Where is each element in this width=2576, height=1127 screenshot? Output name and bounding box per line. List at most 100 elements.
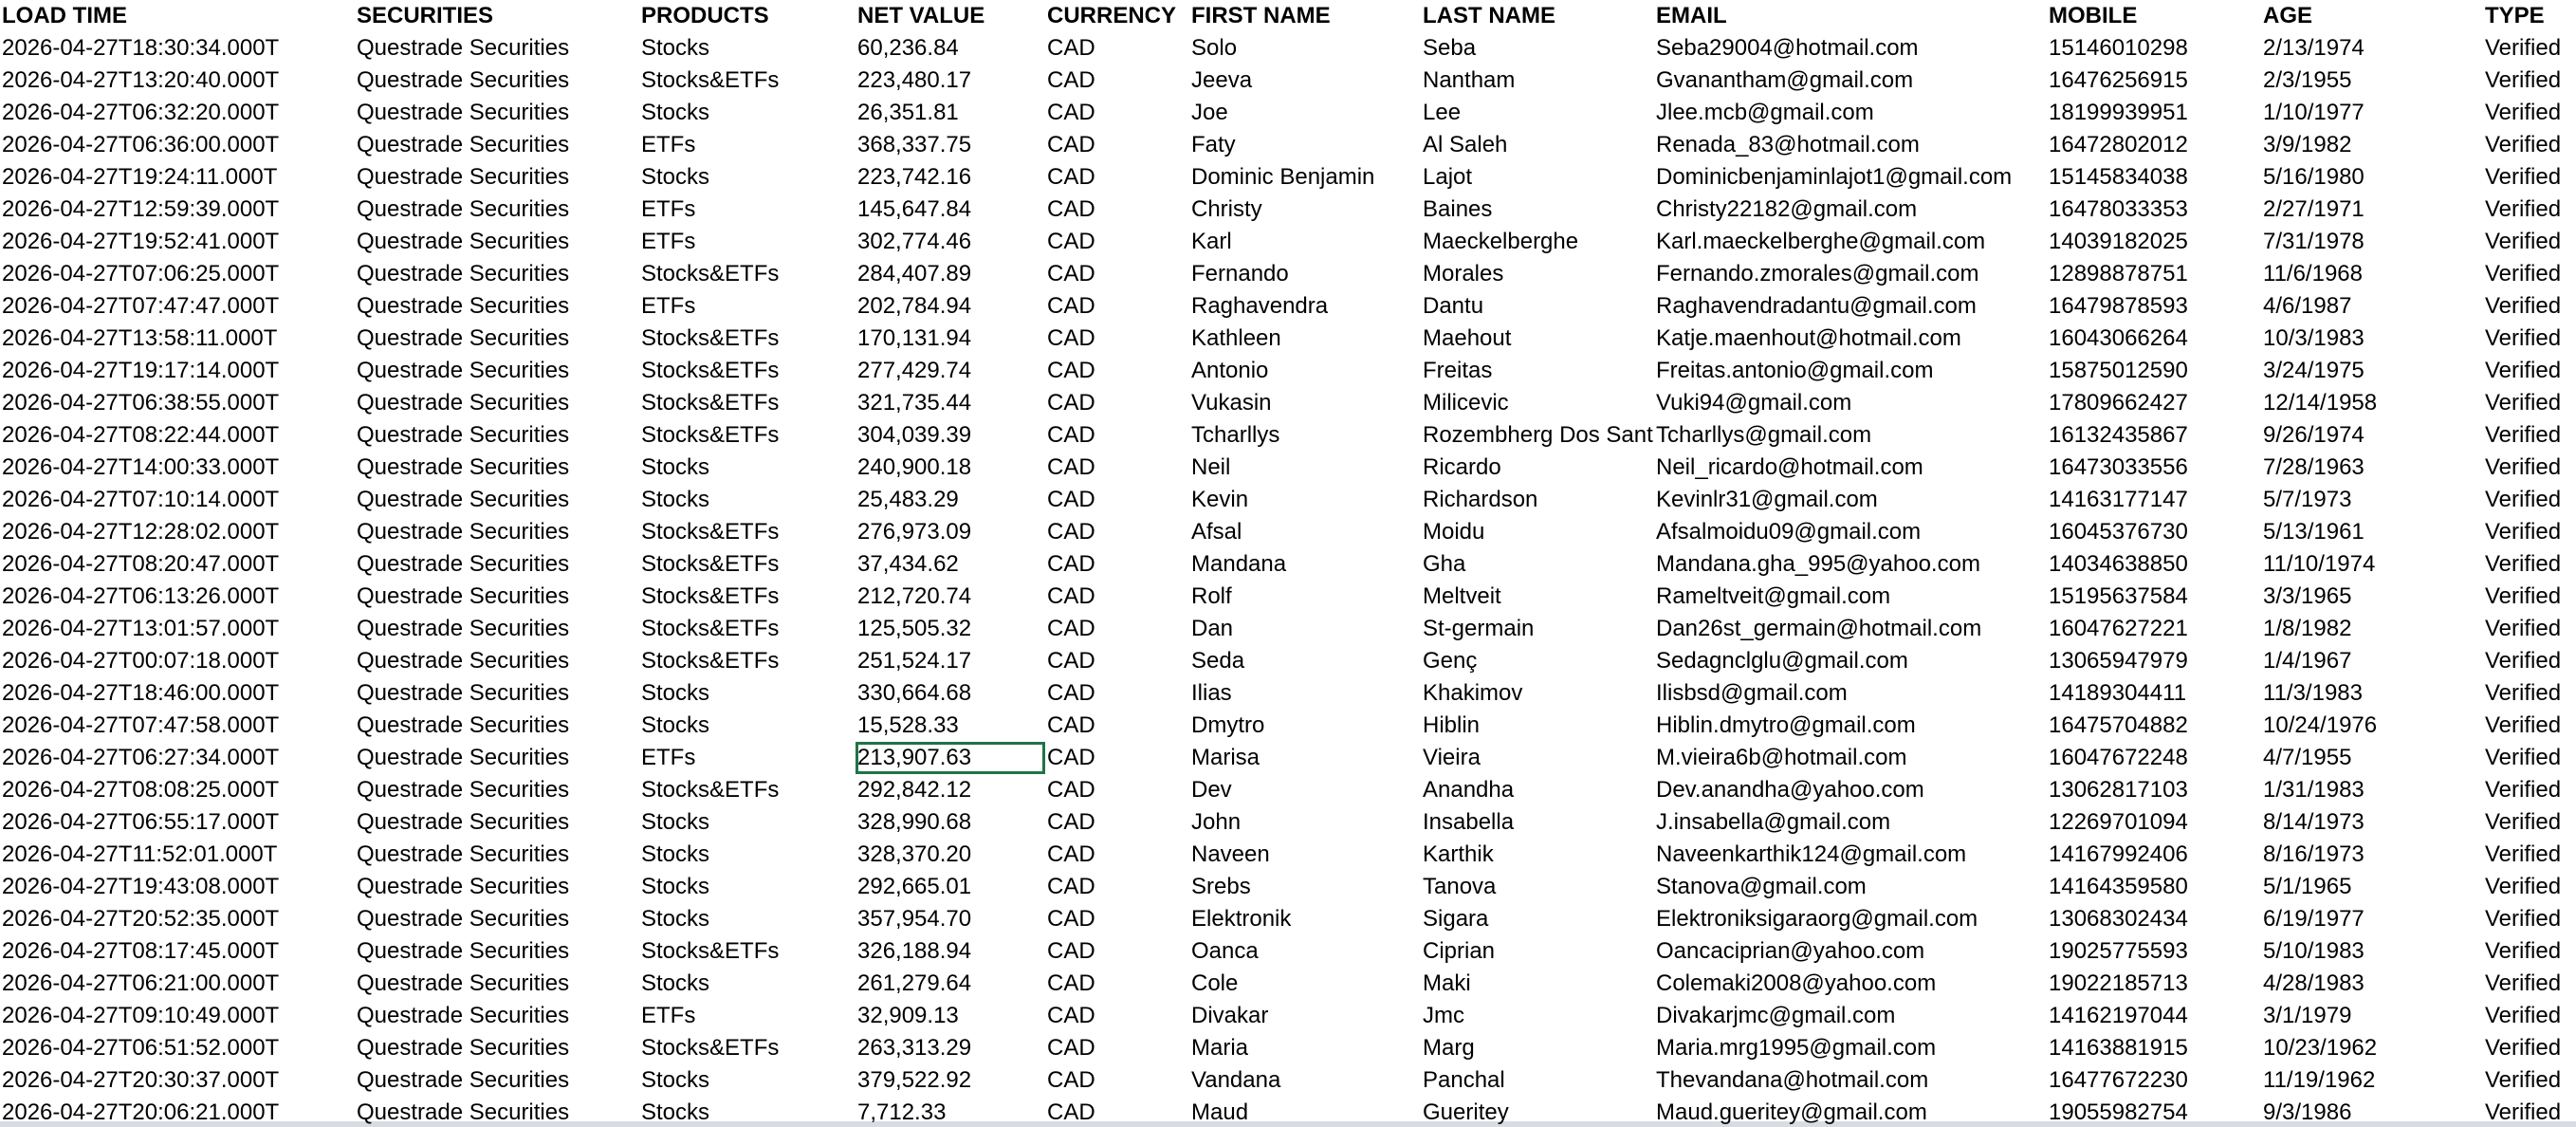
cell-currency[interactable]: CAD [1045,1097,1189,1127]
cell-securities[interactable]: Questrade Securities [355,161,639,194]
cell-net-value[interactable]: 170,131.94 [856,323,1045,355]
cell-products[interactable]: Stocks&ETFs [639,387,856,419]
header-last-name[interactable]: LAST NAME [1421,0,1654,32]
cell-last-name[interactable]: Meltveit [1421,581,1654,613]
cell-type[interactable]: Verified [2483,484,2576,516]
cell-currency[interactable]: CAD [1045,258,1189,290]
cell-products[interactable]: Stocks&ETFs [639,516,856,548]
cell-last-name[interactable]: Moidu [1421,516,1654,548]
cell-email[interactable]: Elektroniksigaraorg@gmail.com [1654,903,2047,935]
cell-last-name[interactable]: Nantham [1421,65,1654,97]
cell-currency[interactable]: CAD [1045,935,1189,968]
cell-net-value[interactable]: 328,370.20 [856,839,1045,871]
cell-last-name[interactable]: Khakimov [1421,677,1654,710]
cell-currency[interactable]: CAD [1045,226,1189,258]
cell-securities[interactable]: Questrade Securities [355,97,639,129]
cell-age[interactable]: 5/13/1961 [2261,516,2483,548]
cell-age[interactable]: 3/3/1965 [2261,581,2483,613]
cell-load-time[interactable]: 2026-04-27T06:13:26.000T [0,581,355,613]
cell-securities[interactable]: Questrade Securities [355,903,639,935]
header-net-value[interactable]: NET VALUE [856,0,1045,32]
cell-age[interactable]: 10/24/1976 [2261,710,2483,742]
cell-load-time[interactable]: 2026-04-27T13:58:11.000T [0,323,355,355]
cell-currency[interactable]: CAD [1045,323,1189,355]
cell-age[interactable]: 2/3/1955 [2261,65,2483,97]
cell-age[interactable]: 10/23/1962 [2261,1032,2483,1064]
cell-products[interactable]: Stocks&ETFs [639,645,856,677]
cell-type[interactable]: Verified [2483,355,2576,387]
cell-securities[interactable]: Questrade Securities [355,355,639,387]
cell-currency[interactable]: CAD [1045,65,1189,97]
cell-load-time[interactable]: 2026-04-27T06:38:55.000T [0,387,355,419]
cell-type[interactable]: Verified [2483,710,2576,742]
cell-first-name[interactable]: Joe [1189,97,1421,129]
cell-products[interactable]: Stocks [639,1097,856,1127]
cell-products[interactable]: Stocks&ETFs [639,935,856,968]
cell-last-name[interactable]: Ciprian [1421,935,1654,968]
cell-type[interactable]: Verified [2483,742,2576,774]
cell-first-name[interactable]: Tcharllys [1189,419,1421,452]
cell-email[interactable]: Karl.maeckelberghe@gmail.com [1654,226,2047,258]
cell-first-name[interactable]: Divakar [1189,1000,1421,1032]
cell-securities[interactable]: Questrade Securities [355,677,639,710]
cell-last-name[interactable]: Panchal [1421,1064,1654,1097]
cell-last-name[interactable]: Gueritey [1421,1097,1654,1127]
cell-currency[interactable]: CAD [1045,613,1189,645]
cell-email[interactable]: Fernando.zmorales@gmail.com [1654,258,2047,290]
cell-age[interactable]: 2/27/1971 [2261,194,2483,226]
cell-age[interactable]: 3/1/1979 [2261,1000,2483,1032]
cell-age[interactable]: 7/28/1963 [2261,452,2483,484]
cell-last-name[interactable]: Maehout [1421,323,1654,355]
cell-first-name[interactable]: Seda [1189,645,1421,677]
cell-load-time[interactable]: 2026-04-27T08:08:25.000T [0,774,355,806]
cell-net-value[interactable]: 212,720.74 [856,581,1045,613]
cell-securities[interactable]: Questrade Securities [355,742,639,774]
cell-mobile[interactable]: 16477672230 [2047,1064,2261,1097]
cell-first-name[interactable]: Raghavendra [1189,290,1421,323]
cell-load-time[interactable]: 2026-04-27T19:17:14.000T [0,355,355,387]
cell-securities[interactable]: Questrade Securities [355,710,639,742]
cell-email[interactable]: Katje.maenhout@hotmail.com [1654,323,2047,355]
cell-securities[interactable]: Questrade Securities [355,484,639,516]
cell-load-time[interactable]: 2026-04-27T00:07:18.000T [0,645,355,677]
cell-securities[interactable]: Questrade Securities [355,387,639,419]
cell-mobile[interactable]: 13062817103 [2047,774,2261,806]
cell-net-value[interactable]: 379,522.92 [856,1064,1045,1097]
cell-load-time[interactable]: 2026-04-27T14:00:33.000T [0,452,355,484]
cell-email[interactable]: Dominicbenjaminlajot1@gmail.com [1654,161,2047,194]
cell-age[interactable]: 11/6/1968 [2261,258,2483,290]
cell-last-name[interactable]: Tanova [1421,871,1654,903]
cell-first-name[interactable]: Antonio [1189,355,1421,387]
cell-products[interactable]: Stocks&ETFs [639,774,856,806]
cell-email[interactable]: J.insabella@gmail.com [1654,806,2047,839]
cell-last-name[interactable]: Maki [1421,968,1654,1000]
cell-products[interactable]: Stocks [639,903,856,935]
header-products[interactable]: PRODUCTS [639,0,856,32]
cell-age[interactable]: 1/31/1983 [2261,774,2483,806]
cell-first-name[interactable]: Dev [1189,774,1421,806]
cell-net-value[interactable]: 304,039.39 [856,419,1045,452]
cell-type[interactable]: Verified [2483,548,2576,581]
cell-net-value[interactable]: 357,954.70 [856,903,1045,935]
cell-first-name[interactable]: Cole [1189,968,1421,1000]
cell-products[interactable]: Stocks&ETFs [639,1032,856,1064]
cell-securities[interactable]: Questrade Securities [355,774,639,806]
cell-email[interactable]: Freitas.antonio@gmail.com [1654,355,2047,387]
cell-net-value[interactable]: 277,429.74 [856,355,1045,387]
cell-mobile[interactable]: 16047672248 [2047,742,2261,774]
cell-type[interactable]: Verified [2483,871,2576,903]
cell-net-value[interactable]: 368,337.75 [856,129,1045,161]
cell-age[interactable]: 2/13/1974 [2261,32,2483,65]
cell-email[interactable]: Raghavendradantu@gmail.com [1654,290,2047,323]
cell-last-name[interactable]: Baines [1421,194,1654,226]
cell-first-name[interactable]: Kathleen [1189,323,1421,355]
cell-load-time[interactable]: 2026-04-27T07:47:58.000T [0,710,355,742]
cell-products[interactable]: Stocks&ETFs [639,258,856,290]
cell-mobile[interactable]: 16472802012 [2047,129,2261,161]
cell-last-name[interactable]: Insabella [1421,806,1654,839]
cell-mobile[interactable]: 16475704882 [2047,710,2261,742]
cell-net-value[interactable]: 223,742.16 [856,161,1045,194]
cell-first-name[interactable]: Vandana [1189,1064,1421,1097]
cell-last-name[interactable]: Lajot [1421,161,1654,194]
cell-last-name[interactable]: Milicevic [1421,387,1654,419]
